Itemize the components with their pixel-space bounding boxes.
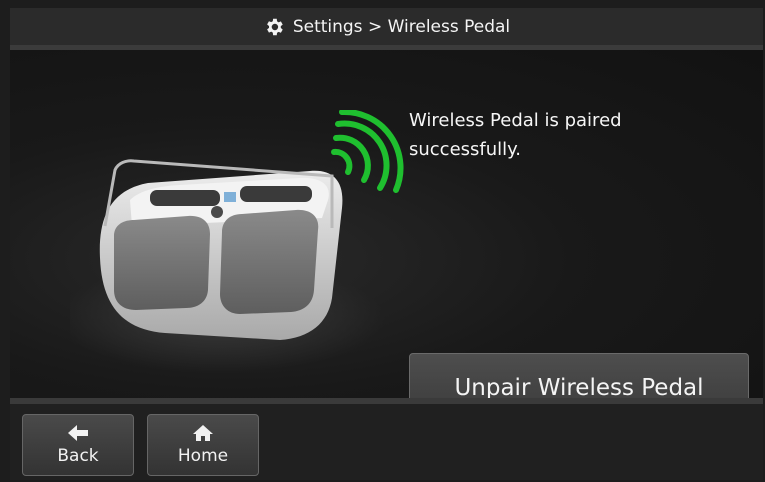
main-panel: Wireless Pedal is paired successfully. U… [10,50,763,423]
pairing-status-message: Wireless Pedal is paired successfully. [409,110,622,160]
home-button[interactable]: Home [147,414,259,476]
home-icon [193,425,213,441]
app-window: Settings > Wireless Pedal Wireless Pedal… [10,8,763,480]
gear-icon [266,18,283,35]
title-bar: Settings > Wireless Pedal [10,8,763,45]
back-button-label: Back [57,446,99,466]
wireless-signal-icon [331,110,404,193]
arrow-left-icon [68,425,88,441]
home-button-label: Home [177,446,229,466]
footer-nav: Back Home [10,404,763,480]
back-button[interactable]: Back [22,414,134,476]
page-title: Settings > Wireless Pedal [292,16,511,37]
